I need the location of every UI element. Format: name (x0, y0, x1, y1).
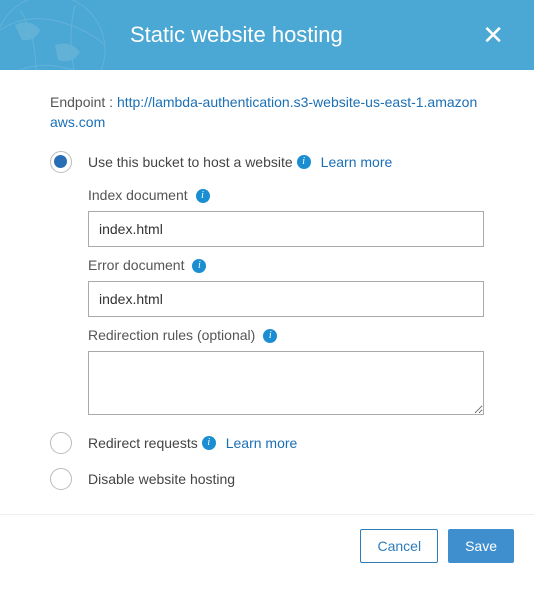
option-host-website[interactable]: Use this bucket to host a website i Lear… (50, 151, 484, 173)
redirection-rules-label: Redirection rules (optional) i (88, 327, 484, 343)
error-document-label: Error document i (88, 257, 484, 273)
error-document-input[interactable] (88, 281, 484, 317)
close-icon[interactable]: ✕ (482, 22, 504, 48)
index-document-input[interactable] (88, 211, 484, 247)
info-icon[interactable]: i (196, 189, 210, 203)
cancel-button[interactable]: Cancel (360, 529, 438, 563)
info-icon[interactable]: i (297, 155, 311, 169)
option-redirect-label: Redirect requests (88, 435, 198, 451)
option-disable-hosting[interactable]: Disable website hosting (50, 468, 484, 490)
save-button[interactable]: Save (448, 529, 514, 563)
redirection-rules-textarea[interactable] (88, 351, 484, 415)
host-website-form: Index document i Error document i Redire… (88, 187, 484, 419)
endpoint-label: Endpoint : (50, 94, 117, 110)
error-document-label-text: Error document (88, 257, 184, 273)
dialog-header: Static website hosting ✕ (0, 0, 534, 70)
info-icon[interactable]: i (192, 259, 206, 273)
option-disable-label: Disable website hosting (88, 471, 235, 487)
learn-more-link[interactable]: Learn more (321, 154, 393, 170)
dialog-footer: Cancel Save (0, 514, 534, 577)
radio-disable-hosting[interactable] (50, 468, 72, 490)
option-redirect-requests[interactable]: Redirect requests i Learn more (50, 432, 484, 454)
learn-more-link[interactable]: Learn more (226, 435, 298, 451)
dialog-title: Static website hosting (130, 22, 343, 48)
index-document-label-text: Index document (88, 187, 188, 203)
radio-redirect-requests[interactable] (50, 432, 72, 454)
index-document-label: Index document i (88, 187, 484, 203)
redirection-rules-label-text: Redirection rules (optional) (88, 327, 255, 343)
info-icon[interactable]: i (202, 436, 216, 450)
option-host-label: Use this bucket to host a website (88, 154, 293, 170)
radio-host-website[interactable] (50, 151, 72, 173)
endpoint-row: Endpoint : http://lambda-authentication.… (50, 92, 484, 133)
info-icon[interactable]: i (263, 329, 277, 343)
dialog-content: Endpoint : http://lambda-authentication.… (0, 70, 534, 514)
